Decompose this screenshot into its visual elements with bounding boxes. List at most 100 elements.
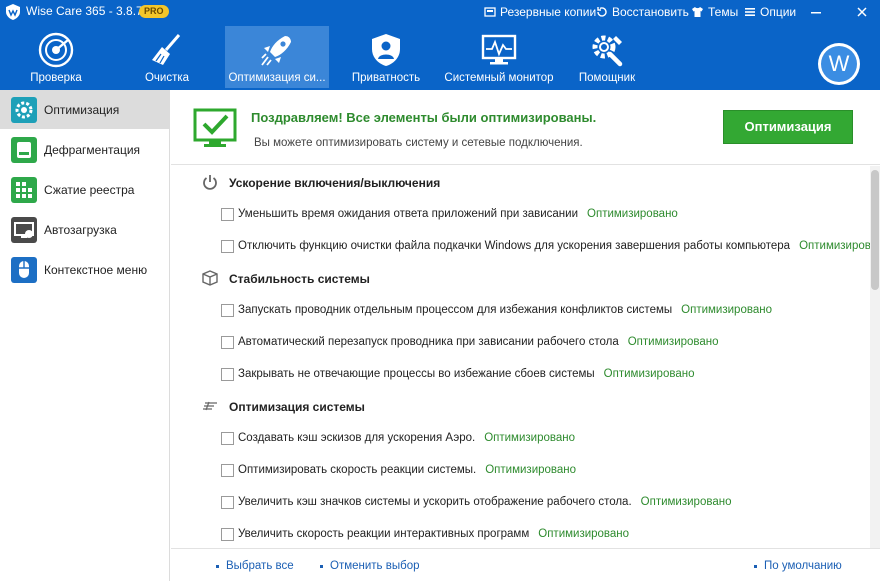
item-status: Оптимизировано [603, 368, 695, 380]
sidebar-item-label: Контекстное меню [44, 263, 148, 277]
avatar-letter: W [821, 46, 857, 82]
backup-icon [484, 7, 496, 17]
optimize-icon [11, 97, 37, 123]
optimize-button[interactable]: Оптимизация [723, 110, 853, 144]
nav-cleaner-label: Очистка [144, 72, 190, 84]
user-avatar[interactable]: W [818, 43, 860, 85]
shirt-icon [692, 7, 703, 17]
nav-cleaner[interactable]: Очистка [115, 26, 219, 88]
options-label: Опции [760, 5, 797, 19]
rocket-icon [261, 36, 291, 66]
sidebar-item-defrag[interactable]: Дефрагментация [0, 130, 169, 169]
optimization-list: Ускорение включения/выключения Уменьшить… [171, 166, 871, 548]
list-item: Закрывать не отвечающие процессы во избе… [221, 365, 694, 383]
sidebar-item-label: Дефрагментация [44, 143, 141, 157]
section-title: Оптимизация системы [229, 400, 365, 414]
broom-icon [152, 34, 181, 65]
item-label[interactable]: Уменьшить время ожидания ответа приложен… [238, 208, 578, 220]
backup-label: Резервные копии [500, 5, 597, 19]
item-label[interactable]: Оптимизировать скорость реакции системы. [238, 464, 476, 476]
context-menu-icon [11, 257, 37, 283]
sidebar-item-label: Автозагрузка [44, 223, 117, 237]
item-status: Оптимизировано [640, 496, 732, 508]
nav-helper-label: Помощник [578, 72, 636, 84]
nav-privacy-label: Приватность [351, 72, 421, 84]
item-label[interactable]: Создавать кэш эскизов для ускорения Аэро… [238, 432, 475, 444]
item-checkbox[interactable] [221, 335, 234, 349]
deselect-link[interactable]: Отменить выбор [320, 560, 420, 572]
sidebar-item-registry[interactable]: Сжатие реестра [0, 170, 169, 209]
bullet-icon [216, 564, 219, 568]
close-button[interactable] [852, 2, 872, 22]
sidebar-item-label: Сжатие реестра [44, 183, 135, 197]
shield-person-icon [372, 34, 400, 66]
sidebar: Оптимизация Дефрагментация Сжатие реестр… [0, 90, 170, 581]
speed-icon [203, 401, 217, 411]
item-checkbox[interactable] [221, 239, 234, 253]
title-bar: Wise Care 365 - 3.8.7 PRO Резервные копи… [0, 0, 880, 24]
list-item: Увеличить скорость реакции интерактивных… [221, 525, 629, 543]
backup-link[interactable]: Резервные копии [484, 5, 596, 19]
item-checkbox[interactable] [221, 463, 234, 477]
item-label[interactable]: Автоматический перезапуск проводника при… [238, 336, 619, 348]
nav-system-monitor-label: Системный монитор [444, 72, 554, 84]
minimize-button[interactable] [806, 2, 826, 22]
list-item: Автоматический перезапуск проводника при… [221, 333, 719, 351]
section-title: Ускорение включения/выключения [229, 176, 441, 190]
item-checkbox[interactable] [221, 207, 234, 221]
themes-label: Темы [708, 5, 739, 19]
nav-privacy[interactable]: Приватность [334, 26, 438, 88]
list-item: Увеличить кэш значков системы и ускорить… [221, 493, 731, 511]
list-item: Отключить функцию очистки файла подкачки… [221, 237, 871, 255]
item-status: Оптимизировано [681, 304, 772, 316]
sidebar-item-optimization[interactable]: Оптимизация [0, 90, 169, 129]
select-all-label: Выбрать все [226, 560, 294, 572]
item-status: Оптимизировано [627, 336, 719, 348]
monitor-icon [481, 34, 517, 65]
scroll-thumb[interactable] [871, 170, 879, 290]
tools-icon [592, 35, 623, 67]
item-checkbox[interactable] [221, 495, 234, 509]
list-item: Создавать кэш эскизов для ускорения Аэро… [221, 429, 575, 447]
header: Wise Care 365 - 3.8.7 PRO Резервные копи… [0, 0, 880, 90]
sidebar-item-label: Оптимизация [44, 103, 120, 117]
item-label[interactable]: Закрывать не отвечающие процессы во избе… [238, 368, 595, 380]
item-status: Оптимизировано [587, 208, 678, 220]
nav-optimizer[interactable]: Оптимизация си... [225, 26, 329, 88]
item-label[interactable]: Увеличить кэш значков системы и ускорить… [238, 496, 632, 508]
defaults-link[interactable]: По умолчанию [754, 560, 842, 572]
sidebar-item-startup[interactable]: Автозагрузка [0, 210, 169, 249]
banner-title: Поздравляем! Все элементы были оптимизир… [251, 110, 597, 125]
nav-checkup[interactable]: Проверка [4, 26, 108, 88]
item-status: Оптимизировано [538, 528, 630, 540]
monitor-check-icon [193, 108, 237, 147]
sidebar-item-context-menu[interactable]: Контекстное меню [0, 250, 169, 289]
nav-system-monitor[interactable]: Системный монитор [444, 26, 554, 88]
box-icon [202, 270, 218, 286]
section-title: Стабильность системы [229, 272, 370, 286]
item-checkbox[interactable] [221, 431, 234, 445]
restore-icon [597, 7, 607, 17]
list-item: Запускать проводник отдельным процессом … [221, 301, 772, 319]
themes-link[interactable]: Темы [691, 5, 738, 19]
menu-icon [745, 8, 755, 16]
banner-subtitle: Вы можете оптимизировать систему и сетев… [254, 137, 583, 149]
item-label[interactable]: Запускать проводник отдельным процессом … [238, 304, 672, 316]
list-scrollbar[interactable] [870, 166, 880, 548]
power-icon [203, 175, 217, 190]
item-status: Оптимизировано [484, 432, 575, 444]
restore-link[interactable]: Восстановить [596, 5, 689, 19]
item-checkbox[interactable] [221, 303, 234, 317]
item-checkbox[interactable] [221, 367, 234, 381]
footer-bar: Выбрать все Отменить выбор По умолчанию [171, 548, 880, 581]
nav-helper[interactable]: Помощник [555, 26, 659, 88]
item-checkbox[interactable] [221, 527, 234, 541]
item-label[interactable]: Увеличить скорость реакции интерактивных… [238, 528, 529, 540]
select-all-link[interactable]: Выбрать все [216, 560, 294, 572]
app-title: Wise Care 365 - 3.8.7 [26, 4, 143, 18]
options-link[interactable]: Опции [744, 5, 796, 19]
list-item: Уменьшить время ожидания ответа приложен… [221, 205, 678, 223]
item-label[interactable]: Отключить функцию очистки файла подкачки… [238, 240, 790, 252]
close-icon [857, 7, 867, 17]
startup-icon [11, 217, 37, 243]
